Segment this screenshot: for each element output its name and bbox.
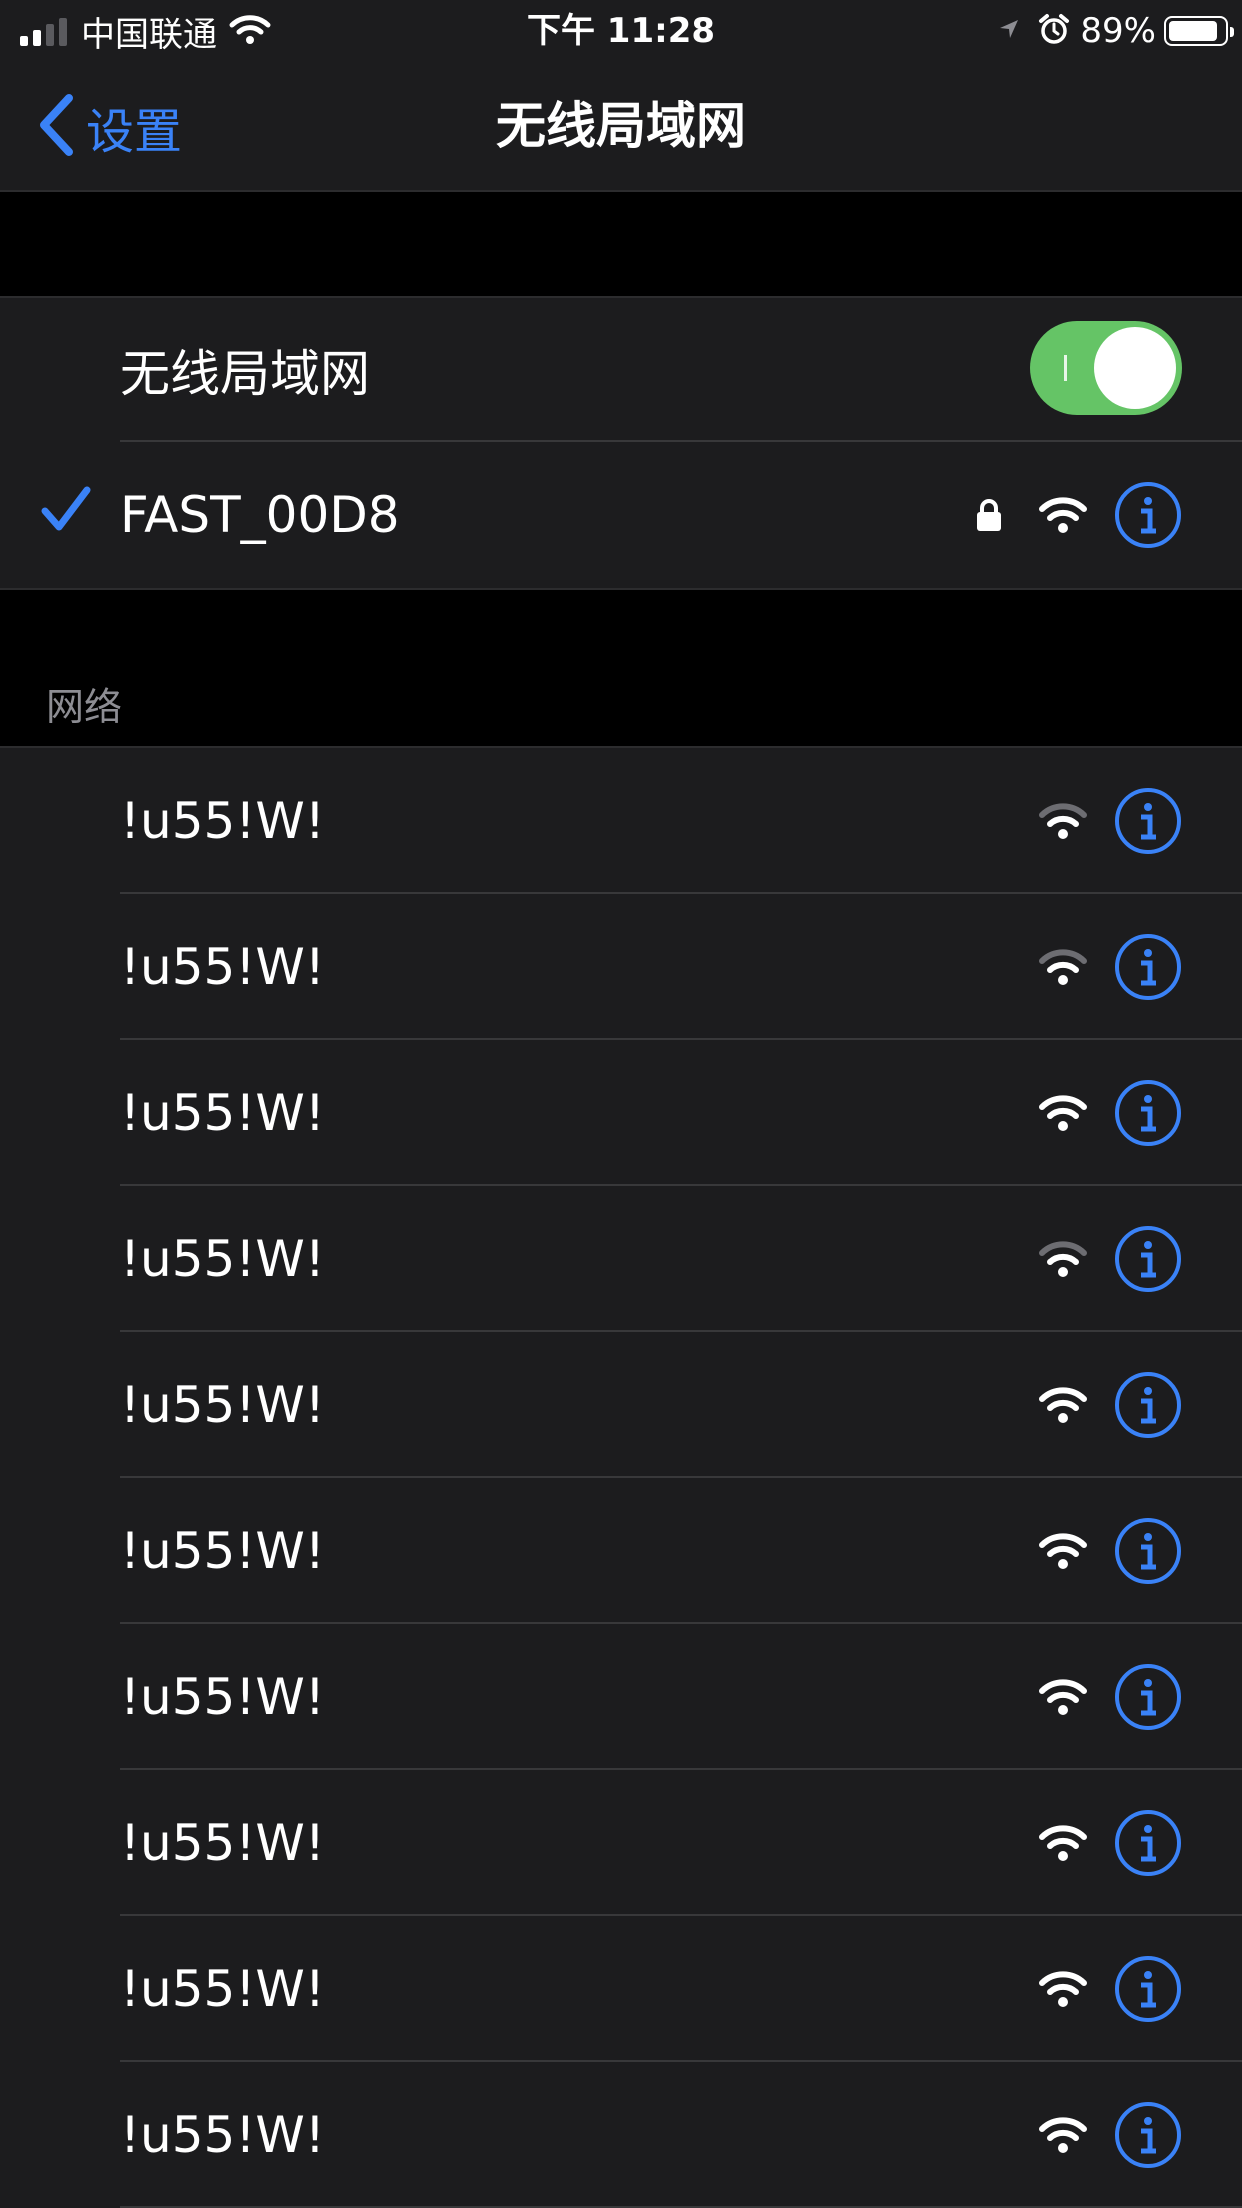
lock-icon [976, 442, 1002, 588]
info-icon [1115, 788, 1181, 854]
info-icon [1115, 1664, 1181, 1730]
network-name: !u55!W! [120, 1814, 325, 1872]
network-name: !u55!W! [120, 792, 325, 850]
network-list: !u55!W! !u55!W! !u55!W! !u55!W! !u55!W! … [0, 746, 1242, 2208]
wifi-icon [1038, 1332, 1088, 1478]
info-icon [1115, 1226, 1181, 1292]
info-button[interactable] [1114, 1186, 1182, 1332]
info-button[interactable] [1114, 1478, 1182, 1624]
network-name: !u55!W! [120, 1084, 325, 1142]
wifi-toggle-switch[interactable] [1030, 321, 1182, 415]
info-button[interactable] [1114, 1332, 1182, 1478]
battery-icon [1164, 16, 1234, 46]
info-icon [1115, 934, 1181, 1000]
info-icon [1115, 482, 1181, 548]
wifi-icon [1038, 1770, 1088, 1916]
info-icon [1115, 1372, 1181, 1438]
info-button[interactable] [1114, 894, 1182, 1040]
wifi-icon [1038, 1624, 1088, 1770]
network-row[interactable]: !u55!W! [0, 1770, 1242, 1916]
network-name: !u55!W! [120, 1668, 325, 1726]
wifi-settings-group: 无线局域网 FAST_00D8 [0, 296, 1242, 590]
info-button[interactable] [1114, 1916, 1182, 2062]
status-bar: 中国联通 下午 11:28 89% [0, 0, 1242, 62]
info-button[interactable] [1114, 2062, 1182, 2208]
status-right: 89% [998, 0, 1234, 62]
info-icon [1115, 1518, 1181, 1584]
wifi-toggle-label: 无线局域网 [120, 345, 370, 403]
networks-section-header: 网络 [46, 685, 123, 729]
info-button[interactable] [1114, 1770, 1182, 1916]
wifi-icon [1038, 1040, 1088, 1186]
info-icon [1115, 1956, 1181, 2022]
network-name: !u55!W! [120, 1376, 325, 1434]
connected-network-row[interactable]: FAST_00D8 [0, 442, 1242, 588]
location-arrow-icon [998, 18, 1020, 44]
info-icon [1115, 1080, 1181, 1146]
wifi-toggle-row: 无线局域网 [0, 298, 1242, 442]
wifi-icon [1038, 894, 1088, 1040]
page-title: 无线局域网 [496, 97, 746, 155]
info-icon [1115, 1810, 1181, 1876]
network-row[interactable]: !u55!W! [0, 1478, 1242, 1624]
network-row[interactable]: !u55!W! [0, 1186, 1242, 1332]
info-icon [1115, 2102, 1181, 2168]
wifi-icon [1038, 2062, 1088, 2208]
network-row[interactable]: !u55!W! [0, 1624, 1242, 1770]
network-name: !u55!W! [120, 1522, 325, 1580]
wifi-icon [1038, 442, 1088, 588]
network-row[interactable]: !u55!W! [0, 748, 1242, 894]
alarm-icon [1038, 13, 1070, 49]
network-row[interactable]: !u55!W! [0, 894, 1242, 1040]
network-name: !u55!W! [120, 1960, 325, 2018]
checkmark-icon [40, 484, 92, 538]
wifi-icon [1038, 1916, 1088, 2062]
network-row[interactable]: !u55!W! [0, 1332, 1242, 1478]
network-row[interactable]: !u55!W! [0, 1916, 1242, 2062]
network-name: !u55!W! [120, 938, 325, 996]
navigation-bar: 设置 无线局域网 [0, 62, 1242, 192]
network-row[interactable]: !u55!W! [0, 2062, 1242, 2208]
info-button[interactable] [1114, 1040, 1182, 1186]
network-row[interactable]: !u55!W! [0, 1040, 1242, 1186]
info-button[interactable] [1114, 1624, 1182, 1770]
wifi-icon [1038, 748, 1088, 894]
info-button[interactable] [1114, 442, 1182, 588]
toggle-knob [1094, 327, 1176, 409]
connected-network-name: FAST_00D8 [120, 486, 400, 544]
network-name: !u55!W! [120, 2106, 325, 2164]
info-button[interactable] [1114, 748, 1182, 894]
wifi-icon [1038, 1478, 1088, 1624]
network-name: !u55!W! [120, 1230, 325, 1288]
battery-percent: 89% [1080, 11, 1156, 51]
wifi-icon [1038, 1186, 1088, 1332]
